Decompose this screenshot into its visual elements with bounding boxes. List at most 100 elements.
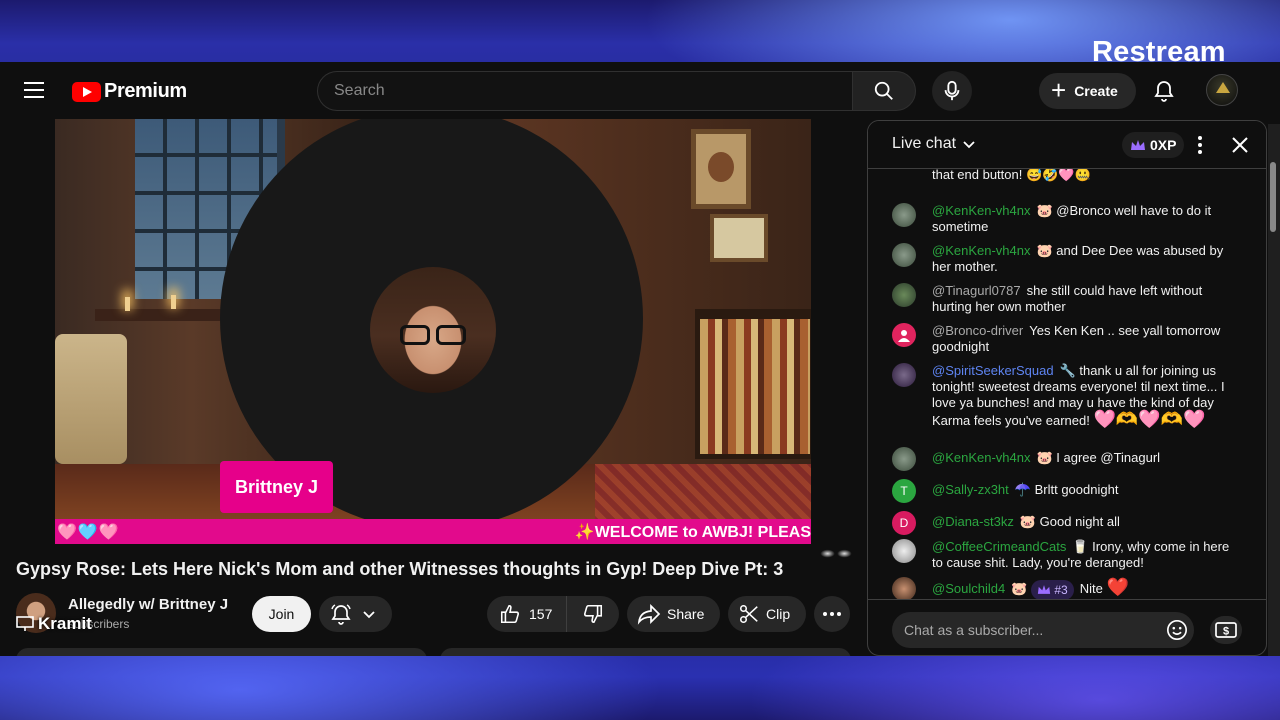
clip-label: Clip (766, 606, 791, 622)
notifications-bell-icon[interactable] (1152, 79, 1176, 103)
close-icon[interactable] (1228, 133, 1252, 157)
message-author[interactable]: @KenKen-vh4nx (932, 243, 1030, 258)
message-author[interactable]: @KenKen-vh4nx (932, 203, 1030, 218)
super-chat-button[interactable]: $ (1210, 616, 1242, 644)
search-button[interactable] (852, 71, 916, 111)
chat-footer: $ (868, 599, 1266, 655)
chat-more-menu-icon[interactable] (1190, 133, 1210, 157)
user-badge: 🐷 (1019, 514, 1037, 529)
message-author[interactable]: @KenKen-vh4nx (932, 450, 1030, 465)
scene-rug (595, 464, 811, 524)
scene-sofa (55, 334, 127, 464)
message-author[interactable]: @Diana-st3kz (932, 514, 1014, 529)
youtube-logo[interactable]: Premium (72, 80, 187, 103)
user-avatar[interactable] (892, 539, 916, 563)
search-input[interactable] (317, 71, 852, 111)
dislike-button[interactable] (567, 596, 619, 632)
message-author[interactable]: @Soulchild4 (932, 581, 1005, 596)
like-count: 157 (529, 606, 553, 622)
scissors-icon (739, 604, 758, 624)
user-badge: 🥛 (1072, 539, 1089, 554)
screen-icon (16, 616, 34, 631)
youtube-play-icon (72, 81, 101, 102)
user-avatar[interactable] (892, 243, 916, 267)
youtube-window: Premium + Create (0, 62, 1280, 656)
share-arrow-icon (637, 603, 661, 625)
thumbs-down-icon (583, 604, 603, 624)
chat-message: @CoffeeCrimeandCats 🥛 Irony, why come in … (892, 539, 1232, 571)
user-avatar[interactable]: T (892, 479, 916, 503)
emoji-icon[interactable] (1166, 619, 1188, 641)
scene-candle (125, 297, 130, 311)
user-badge: ☂️ (1014, 482, 1031, 497)
xp-value: 0XP (1150, 137, 1177, 153)
message-author[interactable]: @Sally-zx3ht (932, 482, 1009, 497)
chat-message: @SpiritSeekerSquad 🔧 thank u all for join… (892, 363, 1232, 429)
microphone-icon (944, 80, 960, 101)
ticker-hearts: 🩷🩵🩷 (57, 523, 120, 541)
channel-name[interactable]: Allegedly w/ Brittney J (68, 596, 228, 613)
create-label: Create (1074, 83, 1118, 99)
message-emojis: ❤️ (1106, 577, 1129, 597)
crown-icon (1037, 585, 1051, 594)
page-scrollbar-thumb[interactable] (1270, 162, 1276, 232)
create-button[interactable]: + Create (1039, 73, 1136, 109)
scene-candle (171, 295, 176, 309)
clip-button[interactable]: Clip (728, 596, 806, 632)
xp-badge[interactable]: 0XP (1122, 132, 1185, 158)
plus-icon: + (1051, 75, 1067, 105)
more-horizontal-icon (823, 612, 841, 616)
message-text: I agree @Tinagurl (1056, 450, 1161, 465)
rank-badge: #3 (1031, 579, 1074, 599)
chat-message: @Soulchild4 🐷 #3 Nite ❤️ (892, 577, 1232, 599)
chat-mode-dropdown[interactable]: Live chat (892, 135, 976, 153)
message-text: Nite (1079, 581, 1103, 596)
message-author[interactable]: @SpiritSeekerSquad (932, 363, 1054, 378)
source-name: Kramit (38, 614, 92, 633)
menu-icon[interactable] (24, 82, 44, 98)
user-avatar[interactable] (892, 447, 916, 471)
user-avatar[interactable] (892, 577, 916, 599)
message-author[interactable]: @CoffeeCrimeandCats (932, 539, 1066, 554)
person-icon (898, 330, 910, 342)
user-badge: 🐷 (1036, 203, 1053, 218)
chat-message: @Bronco-driver Yes Ken Ken .. see yall to… (892, 323, 1232, 355)
search-bar (317, 71, 916, 111)
user-avatar[interactable] (892, 203, 916, 227)
live-chat-panel: Live chat 0XP that end button! 😅🤣🩷🤐 @Ken… (867, 120, 1267, 656)
chat-message: D @Diana-st3kz 🐷 Good night all (892, 511, 1232, 535)
eyes-watermark-icon (815, 540, 857, 574)
chat-title: Live chat (892, 135, 957, 152)
user-avatar[interactable] (892, 363, 916, 387)
more-actions-button[interactable] (814, 596, 850, 632)
chat-message: @KenKen-vh4nx 🐷 I agree @Tinagurl (892, 447, 1232, 471)
share-label: Share (667, 606, 705, 622)
user-avatar[interactable] (892, 323, 916, 347)
scene-bear-painting (691, 129, 751, 209)
related-card[interactable] (440, 648, 851, 656)
voice-search-button[interactable] (932, 71, 972, 111)
share-button[interactable]: Share (627, 596, 720, 632)
message-author[interactable]: @Bronco-driver (932, 323, 1023, 338)
description-card[interactable] (16, 648, 427, 656)
bell-ringing-icon (331, 604, 351, 625)
chevron-down-icon (963, 141, 975, 149)
like-button[interactable]: 157 (487, 596, 567, 632)
crown-icon (1131, 140, 1145, 150)
video-title: Gypsy Rose: Lets Here Nick's Mom and oth… (16, 559, 784, 579)
chat-message: that end button! 😅🤣🩷🤐 (892, 169, 1232, 183)
rank-value: #3 (1054, 582, 1068, 597)
subscribe-notifications-button[interactable] (319, 596, 392, 632)
message-author[interactable]: @Tinagurl0787 (932, 283, 1021, 298)
chat-message: @KenKen-vh4nx 🐷 @Bronco well have to do i… (892, 203, 1232, 235)
chat-message: @Tinagurl0787 she still could have left w… (892, 283, 1232, 315)
video-player[interactable]: Brittney J 🩷🩵🩷 ✨WELCOME to AWBJ! PLEAS (55, 119, 811, 544)
account-avatar[interactable] (1206, 74, 1238, 106)
dollar-card-icon: $ (1215, 622, 1237, 638)
chat-input[interactable] (892, 612, 1194, 648)
user-avatar[interactable]: D (892, 511, 916, 535)
host-webcam (370, 267, 496, 393)
user-avatar[interactable] (892, 283, 916, 307)
logo-text: Premium (104, 80, 187, 102)
join-button[interactable]: Join (252, 596, 311, 632)
